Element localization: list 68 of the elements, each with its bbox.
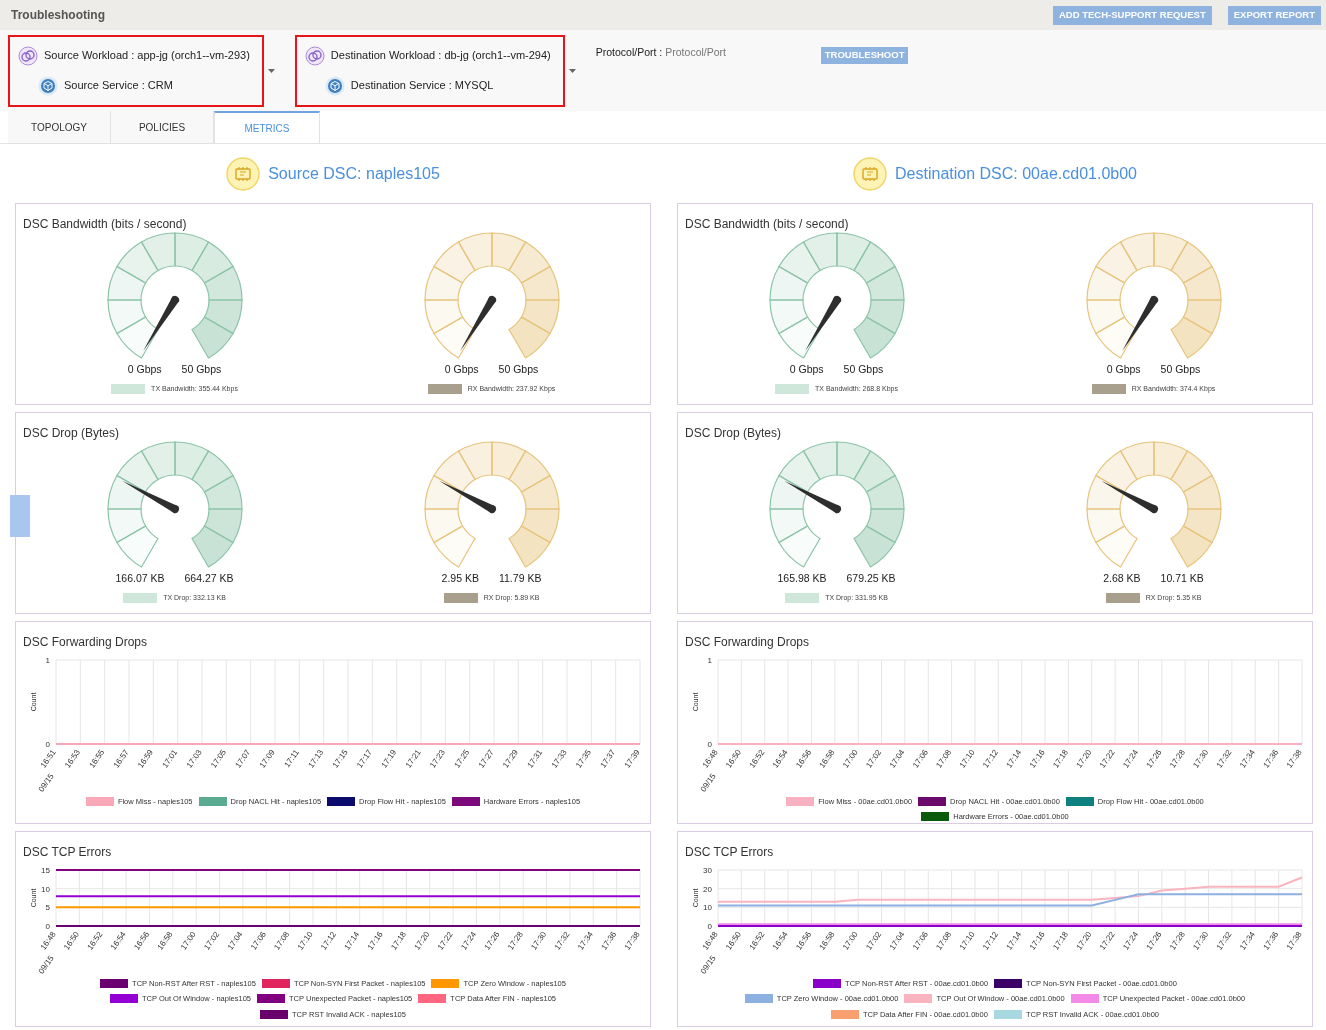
- gauge-max-label: 50 Gbps: [498, 362, 539, 377]
- protocol-field[interactable]: Protocol/Port: [665, 45, 776, 61]
- gauge-needle: [438, 480, 496, 514]
- tick-label: 0: [707, 740, 712, 749]
- gauge-min-label: 0 Gbps: [127, 362, 162, 377]
- gauge-max-label: 664.27 KB: [184, 571, 234, 586]
- service-label: Source Service : CRM: [64, 78, 173, 94]
- gauge-min-label: 0 Gbps: [444, 362, 479, 377]
- gauge-min-label: 165.98 KB: [777, 571, 827, 586]
- panel-title: DSC Forwarding Drops: [23, 635, 148, 649]
- gauge-needle: [804, 296, 841, 351]
- service-label: Destination Service : MYSQL: [350, 78, 494, 94]
- panel-title: DSC TCP Errors: [685, 845, 774, 859]
- protocol-label: Protocol/Port :: [595, 45, 663, 60]
- cube-icon: [324, 75, 345, 96]
- tick-label: 0: [45, 922, 50, 931]
- header-button[interactable]: EXPORT REPORT: [1227, 5, 1321, 25]
- tick-label: 0: [707, 922, 712, 931]
- panel-title: DSC Drop (Bytes): [685, 426, 782, 440]
- gauge-needle: [783, 480, 841, 514]
- tick-label: 30: [703, 866, 712, 875]
- gauge-min-label: 2.68 KB: [1103, 571, 1141, 586]
- header-button[interactable]: ADD TECH-SUPPORT REQUEST: [1052, 5, 1212, 25]
- dsc-title: Destination DSC: 00ae.cd01.0b00: [895, 163, 1137, 184]
- tick-label: 1: [707, 656, 712, 665]
- gauge-max-label: 50 Gbps: [1160, 362, 1201, 377]
- tab[interactable]: METRICS: [214, 111, 320, 143]
- page-title: Troubleshooting: [11, 7, 105, 24]
- workload-label: Source Workload : app-jg (orch1--vm-293): [44, 48, 250, 64]
- tick-label: 15: [41, 866, 50, 875]
- troubleshoot-button[interactable]: TROUBLESHOOT: [820, 47, 909, 64]
- gauge-max-label: 11.79 KB: [498, 571, 542, 586]
- gauge-max-label: 50 Gbps: [181, 362, 222, 377]
- panel-title: DSC Drop (Bytes): [23, 426, 120, 440]
- rings-icon: [18, 45, 38, 66]
- tab[interactable]: TOPOLOGY: [8, 111, 111, 143]
- dsc-title: Source DSC: naples105: [268, 163, 440, 184]
- gauge-max-label: 10.71 KB: [1160, 571, 1204, 586]
- cube-icon: [38, 75, 58, 96]
- panel-title: DSC TCP Errors: [23, 845, 112, 859]
- gauge-needle: [1121, 296, 1158, 351]
- tick-label: 1: [45, 656, 50, 665]
- tick-label: 0: [45, 740, 50, 749]
- gauge-needle: [142, 296, 179, 351]
- side-handle[interactable]: [10, 495, 30, 537]
- panel-title: DSC Bandwidth (bits / second): [23, 217, 187, 231]
- tick-label: 10: [41, 884, 50, 894]
- gauge-min-label: 0 Gbps: [1106, 362, 1141, 377]
- gauge-max-label: 679.25 KB: [846, 571, 896, 586]
- workload-label: Destination Workload : db-jg (orch1--vm-294): [330, 48, 551, 64]
- rings-icon: [304, 45, 325, 66]
- tab[interactable]: POLICIES: [111, 111, 214, 143]
- gauge-needle: [459, 296, 496, 351]
- tick-label: 20: [703, 884, 712, 894]
- gauge-min-label: 0 Gbps: [789, 362, 824, 377]
- tick-label: 10: [703, 903, 712, 913]
- gauge-needle: [121, 480, 179, 514]
- chip-icon: [853, 156, 888, 191]
- chip-icon: [226, 156, 261, 191]
- tick-label: 5: [45, 903, 50, 913]
- gauge-min-label: 2.95 KB: [441, 571, 479, 586]
- gauge-min-label: 166.07 KB: [115, 571, 165, 586]
- caret-icon[interactable]: [267, 68, 275, 73]
- panel-title: DSC Forwarding Drops: [685, 635, 810, 649]
- gauge-needle: [1100, 480, 1158, 514]
- caret-icon[interactable]: [568, 68, 576, 73]
- gauge-max-label: 50 Gbps: [843, 362, 884, 377]
- panel-title: DSC Bandwidth (bits / second): [685, 217, 849, 231]
